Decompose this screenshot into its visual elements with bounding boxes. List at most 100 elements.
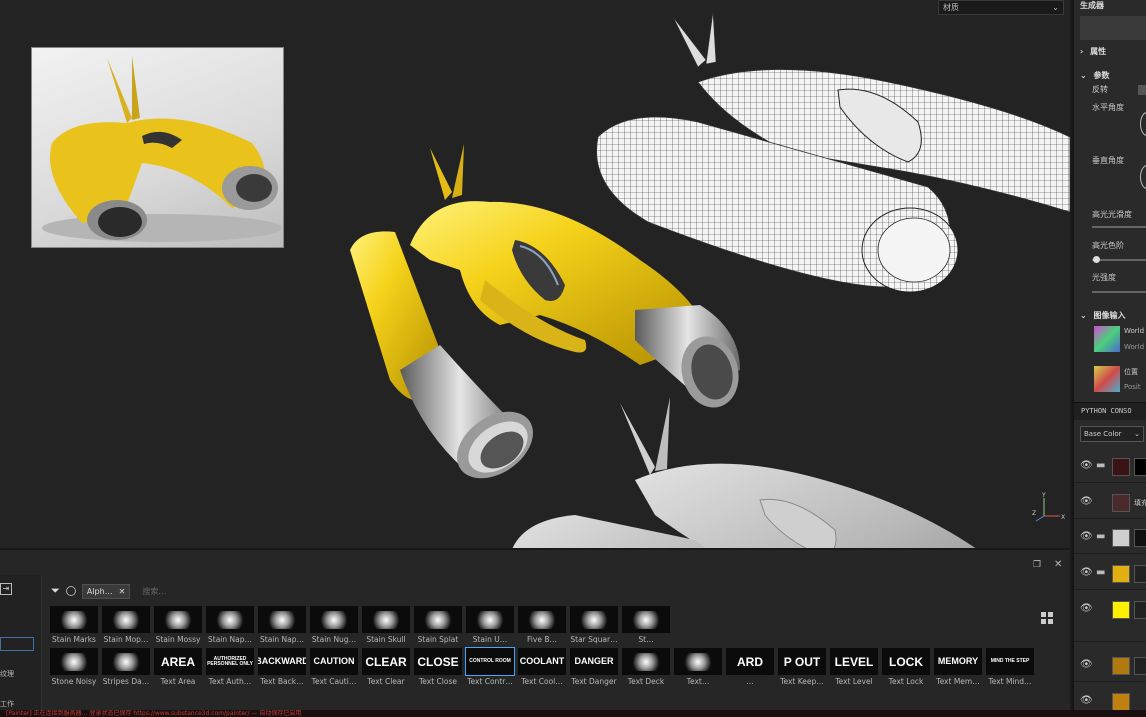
filter-icon[interactable]: ⏷ bbox=[51, 584, 60, 598]
asset-tile[interactable]: AUTHORIZED PERSONNEL ONLY Text Auth… bbox=[206, 648, 254, 686]
filter-tag-chip[interactable]: Alph… ✕ bbox=[81, 583, 131, 599]
slider-knob[interactable] bbox=[1093, 256, 1100, 263]
section-image-inputs[interactable]: ⌄ 图像输入 bbox=[1080, 310, 1126, 321]
layer-row[interactable]: 👁 bbox=[1074, 686, 1146, 710]
layer-row[interactable]: 👁 ▬ bbox=[1074, 522, 1146, 554]
layer-row[interactable]: 👁 bbox=[1074, 650, 1146, 682]
asset-shelf: ❐ ✕ ⇥ 纹理 工作 ⏷ Alph… ✕ 搜索… Stain Marks Sta… bbox=[0, 548, 1070, 712]
asset-label: Stain Nug… bbox=[311, 635, 357, 644]
asset-tile[interactable]: Stain Mop… bbox=[102, 606, 150, 644]
asset-tile[interactable]: Stripes Da… bbox=[102, 648, 150, 686]
asset-label: Text… bbox=[686, 677, 710, 686]
asset-tile[interactable]: CLEAR Text Clear bbox=[362, 648, 410, 686]
asset-tile[interactable]: St… bbox=[622, 606, 670, 644]
asset-tile[interactable]: Stain U… bbox=[466, 606, 514, 644]
asset-tile[interactable]: Star Squar… bbox=[570, 606, 618, 644]
asset-tile[interactable]: Text… bbox=[674, 648, 722, 686]
asset-label: Text Danger bbox=[571, 677, 617, 686]
section-properties[interactable]: › 属性 bbox=[1080, 46, 1106, 57]
asset-tile[interactable]: COOLANT Text Cool… bbox=[518, 648, 566, 686]
asset-tile[interactable]: LEVEL Text Level bbox=[830, 648, 878, 686]
visibility-eye-icon[interactable]: 👁 bbox=[1080, 659, 1093, 670]
asset-tile[interactable]: DANGER Text Danger bbox=[570, 648, 618, 686]
asset-tile[interactable]: Stain Nap… bbox=[206, 606, 254, 644]
blend-mode-select[interactable]: Base Color ⌄ bbox=[1080, 426, 1144, 442]
visibility-eye-icon[interactable]: 👁 bbox=[1080, 460, 1093, 471]
shelf-search-input[interactable]: 搜索… bbox=[142, 586, 166, 597]
grid-view-icon[interactable] bbox=[1041, 612, 1053, 624]
shelf-title-bar: ❐ ✕ bbox=[0, 559, 1070, 572]
asset-label: Stain Mossy bbox=[155, 635, 201, 644]
asset-thumbnail bbox=[154, 606, 202, 633]
image-input-position-thumb[interactable] bbox=[1094, 366, 1120, 392]
import-icon[interactable]: ⇥ bbox=[0, 583, 12, 595]
layer-row[interactable]: 👁 ▬ bbox=[1074, 558, 1146, 590]
asset-thumbnail: ARD bbox=[726, 648, 774, 675]
visibility-eye-icon[interactable]: 👁 bbox=[1080, 531, 1093, 542]
layer-row[interactable]: 👁 填充 bbox=[1074, 487, 1146, 519]
restore-window-icon[interactable]: ❐ bbox=[1033, 560, 1041, 570]
param-invert-label: 反转 bbox=[1092, 85, 1108, 94]
shelf-category-label-2[interactable]: 工作 bbox=[0, 699, 14, 709]
asset-tile[interactable]: P OUT Text Keep… bbox=[778, 648, 826, 686]
asset-tile[interactable]: LOCK Text Lock bbox=[882, 648, 930, 686]
light-intensity-slider[interactable] bbox=[1092, 291, 1146, 293]
asset-tile[interactable]: Stain Mossy bbox=[154, 606, 202, 644]
image-input-world-sub: World bbox=[1124, 343, 1145, 351]
section-properties-label: 属性 bbox=[1090, 47, 1107, 56]
param-horizontal-angle-label: 水平角度 bbox=[1092, 103, 1124, 112]
shelf-category-textures[interactable] bbox=[0, 637, 34, 651]
asset-tile[interactable]: Stain Nap… bbox=[258, 606, 306, 644]
asset-thumbnail: CLOSE bbox=[414, 648, 462, 675]
asset-tile[interactable]: Stain Marks bbox=[50, 606, 98, 644]
asset-thumbnail: LOCK bbox=[882, 648, 930, 675]
param-highlight-smoothness-label: 高光光滑度 bbox=[1092, 210, 1132, 219]
asset-tile[interactable]: ARD… bbox=[726, 648, 774, 686]
asset-label: Text Auth… bbox=[208, 677, 252, 686]
shelf-toolbar: ⏷ Alph… ✕ 搜索… bbox=[45, 580, 1065, 602]
generator-slot[interactable] bbox=[1080, 16, 1146, 40]
asset-tile[interactable]: Stain Splat bbox=[414, 606, 462, 644]
asset-tile[interactable]: CONTROL ROOM Text Contr… bbox=[465, 647, 515, 686]
section-params[interactable]: ⌄ 参数 bbox=[1080, 70, 1110, 81]
visibility-eye-icon[interactable]: 👁 bbox=[1080, 695, 1093, 706]
visibility-eye-icon[interactable]: 👁 bbox=[1080, 567, 1093, 578]
3d-viewport[interactable]: 材质 ⌄ Y X Z bbox=[0, 0, 1070, 548]
folder-icon: ▬ bbox=[1096, 531, 1106, 542]
vertical-angle-dial[interactable] bbox=[1140, 165, 1146, 189]
asset-tile[interactable]: Stone Noisy bbox=[50, 648, 98, 686]
visibility-eye-icon[interactable]: 👁 bbox=[1080, 496, 1093, 507]
asset-tile[interactable]: Stain Nug… bbox=[310, 606, 358, 644]
asset-tile[interactable]: Five B… bbox=[518, 606, 566, 644]
section-image-inputs-label: 图像输入 bbox=[1093, 311, 1126, 320]
layer-thumb bbox=[1112, 693, 1130, 710]
horizontal-angle-dial[interactable] bbox=[1140, 112, 1146, 136]
python-console-tab[interactable]: PYTHON CONSO bbox=[1074, 402, 1146, 420]
invert-checkbox[interactable] bbox=[1138, 85, 1146, 95]
layer-row[interactable]: 👁 ▬ bbox=[1074, 451, 1146, 483]
asset-tile[interactable]: CLOSE Text Close bbox=[414, 648, 462, 686]
param-light-intensity-label: 光强度 bbox=[1092, 273, 1116, 282]
layer-thumb bbox=[1112, 657, 1130, 675]
asset-tile[interactable]: CAUTION Text Cauti… bbox=[310, 648, 358, 686]
asset-tile[interactable]: MIND THE STEP Text Mind… bbox=[986, 648, 1034, 686]
highlight-smoothness-slider[interactable] bbox=[1092, 226, 1146, 228]
asset-thumbnail: CLEAR bbox=[362, 648, 410, 675]
asset-thumbnail: CONTROL ROOM bbox=[465, 647, 515, 676]
image-input-world-thumb[interactable] bbox=[1094, 326, 1120, 352]
asset-tile[interactable]: Text Deck bbox=[622, 648, 670, 686]
remove-tag-icon[interactable]: ✕ bbox=[119, 587, 126, 596]
asset-tile[interactable]: Stain Skull bbox=[362, 606, 410, 644]
circle-toggle-icon[interactable] bbox=[65, 586, 76, 596]
chevron-down-icon: ⌄ bbox=[1134, 430, 1140, 438]
asset-thumbnail bbox=[102, 648, 150, 675]
asset-tile[interactable]: BACKWARD Text Back… bbox=[258, 648, 306, 686]
visibility-eye-icon[interactable]: 👁 bbox=[1080, 603, 1093, 614]
axis-gizmo[interactable]: Y X Z bbox=[1032, 492, 1066, 522]
close-panel-icon[interactable]: ✕ bbox=[1054, 559, 1062, 570]
asset-tile[interactable]: MEMORY Text Mem… bbox=[934, 648, 982, 686]
shelf-category-label-1[interactable]: 纹理 bbox=[0, 669, 14, 679]
layer-row[interactable]: 👁 bbox=[1074, 594, 1146, 642]
highlight-color-slider[interactable] bbox=[1092, 259, 1146, 261]
asset-tile[interactable]: AREA Text Area bbox=[154, 648, 202, 686]
